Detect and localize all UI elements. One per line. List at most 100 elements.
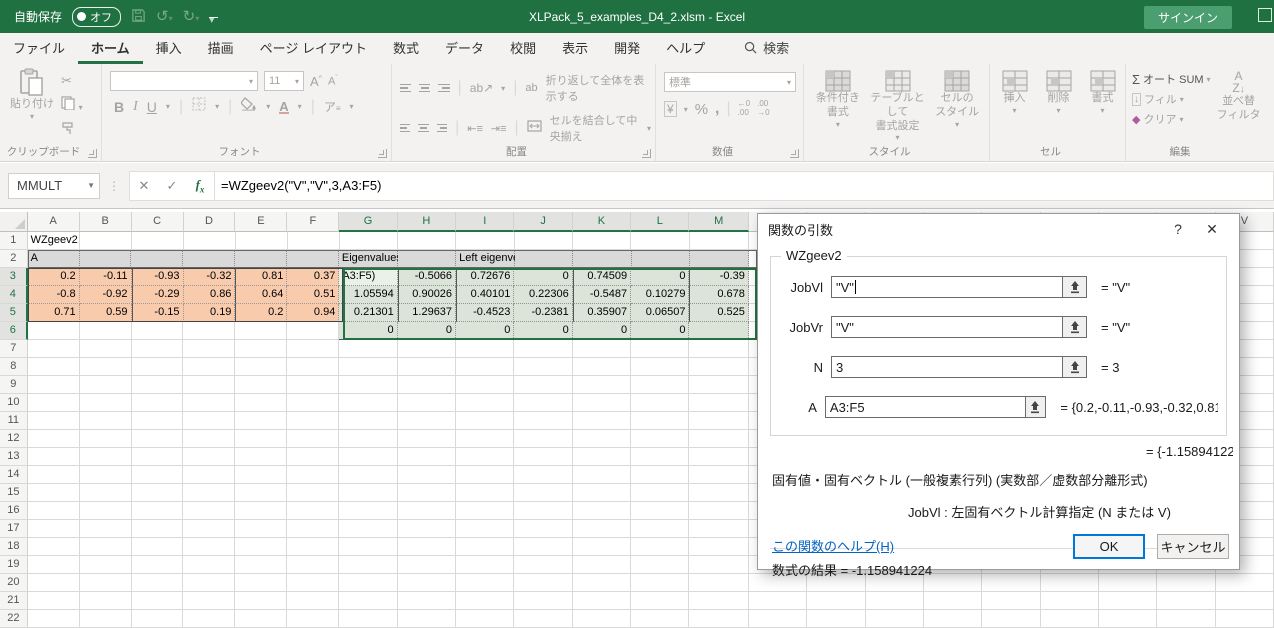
cell-J2[interactable] xyxy=(515,250,573,268)
cell-K22[interactable] xyxy=(573,610,631,628)
cell-H17[interactable] xyxy=(398,520,456,538)
cell-F9[interactable] xyxy=(287,376,339,394)
cell-G13[interactable] xyxy=(339,448,397,466)
cell-E14[interactable] xyxy=(235,466,287,484)
cell-L9[interactable] xyxy=(631,376,689,394)
cell-L5[interactable]: 0.06507 xyxy=(631,304,689,322)
cell-J3[interactable]: 0 xyxy=(514,268,572,286)
cell-G16[interactable] xyxy=(339,502,397,520)
cell-A18[interactable] xyxy=(28,538,80,556)
cell-G10[interactable] xyxy=(339,394,397,412)
cell-T22[interactable] xyxy=(1099,610,1157,628)
cell-J19[interactable] xyxy=(514,556,572,574)
cell-Q21[interactable] xyxy=(924,592,982,610)
row-header-19[interactable]: 19 xyxy=(0,556,28,574)
cell-C8[interactable] xyxy=(132,358,184,376)
column-header-G[interactable]: G xyxy=(339,212,397,232)
cell-J16[interactable] xyxy=(514,502,572,520)
cell-G21[interactable] xyxy=(339,592,397,610)
cell-C15[interactable] xyxy=(132,484,184,502)
cell-H13[interactable] xyxy=(398,448,456,466)
cell-D15[interactable] xyxy=(183,484,235,502)
cell-I4[interactable]: 0.40101 xyxy=(456,286,514,304)
cell-C20[interactable] xyxy=(132,574,184,592)
cell-M14[interactable] xyxy=(689,466,748,484)
tab-9[interactable]: 開発 xyxy=(601,32,653,64)
search-box[interactable]: 検索 xyxy=(744,38,789,64)
cell-F17[interactable] xyxy=(287,520,339,538)
comma-style-icon[interactable]: , xyxy=(715,100,719,118)
cell-G8[interactable] xyxy=(339,358,397,376)
cell-K16[interactable] xyxy=(573,502,631,520)
cell-G19[interactable] xyxy=(339,556,397,574)
cell-H16[interactable] xyxy=(398,502,456,520)
cell-H9[interactable] xyxy=(398,376,456,394)
borders-dropdown-icon[interactable]: ▾ xyxy=(215,102,219,111)
underline-dropdown-icon[interactable]: ▾ xyxy=(166,102,170,111)
wrap-text-label[interactable]: 折り返して全体を表示する xyxy=(546,72,651,104)
align-left-icon[interactable] xyxy=(400,122,410,135)
tab-10[interactable]: ヘルプ xyxy=(653,32,718,64)
cell-J8[interactable] xyxy=(514,358,572,376)
cell-H15[interactable] xyxy=(398,484,456,502)
cell-E3[interactable]: 0.81 xyxy=(235,268,287,286)
cell-K10[interactable] xyxy=(573,394,631,412)
cell-M17[interactable] xyxy=(689,520,748,538)
cells-button-2[interactable]: 書式▾ xyxy=(1086,70,1120,116)
alignment-dialog-launcher-icon[interactable] xyxy=(642,149,651,158)
cell-I11[interactable] xyxy=(456,412,514,430)
cell-C22[interactable] xyxy=(132,610,184,628)
styles-button-0[interactable]: 条件付き書式▾ xyxy=(810,70,866,143)
cell-G14[interactable] xyxy=(339,466,397,484)
font-color-icon[interactable]: A xyxy=(279,99,288,115)
cell-B7[interactable] xyxy=(80,340,132,358)
cell-L7[interactable] xyxy=(631,340,689,358)
cell-M18[interactable] xyxy=(689,538,748,556)
cell-C3[interactable]: -0.93 xyxy=(132,268,184,286)
cell-E1[interactable] xyxy=(236,232,288,250)
cell-L6[interactable]: 0 xyxy=(631,322,689,340)
row-header-10[interactable]: 10 xyxy=(0,394,28,412)
cell-I19[interactable] xyxy=(456,556,514,574)
cell-M8[interactable] xyxy=(689,358,748,376)
cell-H10[interactable] xyxy=(398,394,456,412)
cell-K4[interactable]: -0.5487 xyxy=(573,286,631,304)
cell-A3[interactable]: 0.2 xyxy=(28,268,80,286)
cell-V22[interactable] xyxy=(1216,610,1274,628)
cell-I17[interactable] xyxy=(456,520,514,538)
cell-A12[interactable] xyxy=(28,430,80,448)
dialog-title-bar[interactable]: 関数の引数 ? ✕ xyxy=(758,214,1239,244)
cell-A13[interactable] xyxy=(28,448,80,466)
cell-I10[interactable] xyxy=(456,394,514,412)
cell-B9[interactable] xyxy=(80,376,132,394)
cell-L16[interactable] xyxy=(631,502,689,520)
cell-A20[interactable] xyxy=(28,574,80,592)
cell-H6[interactable]: 0 xyxy=(398,322,456,340)
cell-V20[interactable] xyxy=(1216,574,1274,592)
column-header-J[interactable]: J xyxy=(514,212,572,232)
row-header-9[interactable]: 9 xyxy=(0,376,28,394)
row-header-14[interactable]: 14 xyxy=(0,466,28,484)
column-header-E[interactable]: E xyxy=(235,212,287,232)
italic-icon[interactable]: I xyxy=(133,99,138,115)
cell-K9[interactable] xyxy=(573,376,631,394)
row-header-17[interactable]: 17 xyxy=(0,520,28,538)
cell-M21[interactable] xyxy=(689,592,748,610)
cell-K20[interactable] xyxy=(573,574,631,592)
cell-A17[interactable] xyxy=(28,520,80,538)
row-header-20[interactable]: 20 xyxy=(0,574,28,592)
function-help-link[interactable]: この関数のヘルプ(H) xyxy=(772,536,894,555)
cell-I12[interactable] xyxy=(456,430,514,448)
cell-A14[interactable] xyxy=(28,466,80,484)
ok-button[interactable]: OK xyxy=(1073,534,1145,559)
cell-C13[interactable] xyxy=(132,448,184,466)
cell-F3[interactable]: 0.37 xyxy=(287,268,339,286)
column-header-L[interactable]: L xyxy=(631,212,689,232)
cell-H19[interactable] xyxy=(398,556,456,574)
row-header-5[interactable]: 5 xyxy=(0,304,28,322)
cell-I14[interactable] xyxy=(456,466,514,484)
cell-L2[interactable] xyxy=(632,250,690,268)
tab-0[interactable]: ファイル xyxy=(0,32,78,64)
cell-Q20[interactable] xyxy=(924,574,982,592)
row-header-11[interactable]: 11 xyxy=(0,412,28,430)
